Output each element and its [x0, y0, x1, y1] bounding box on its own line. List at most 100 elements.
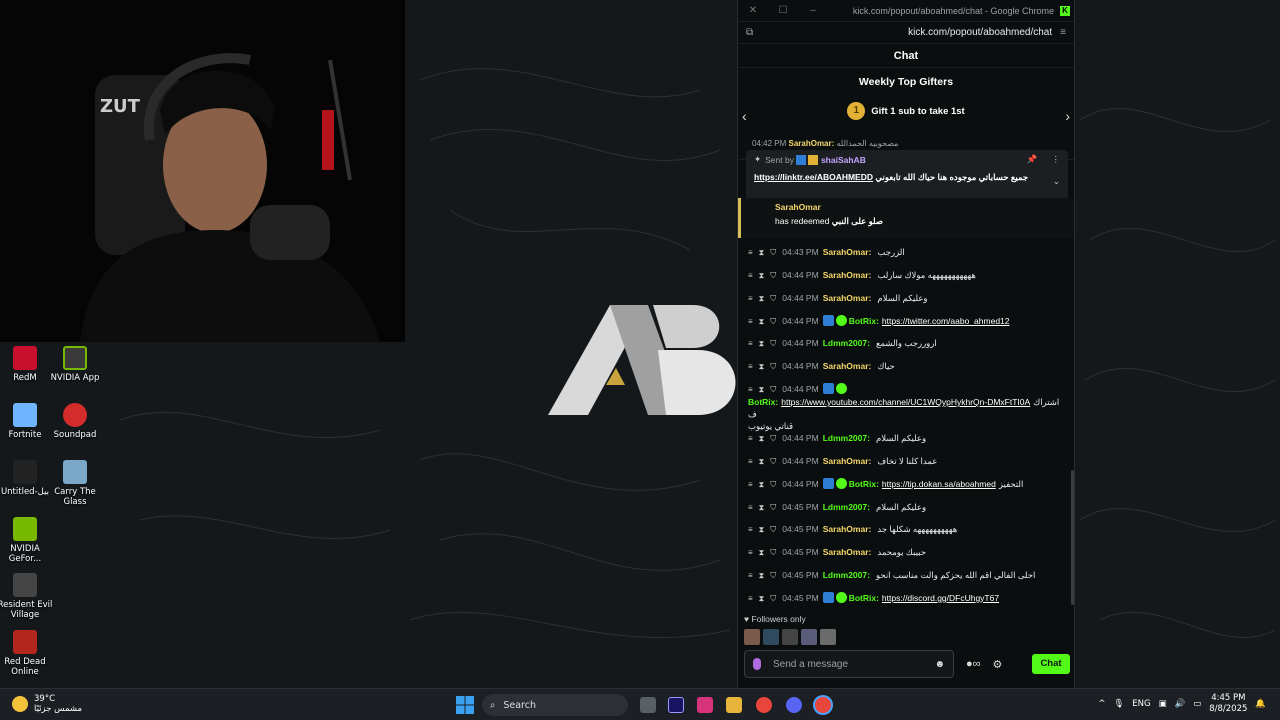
settings-gear-icon[interactable]: ⚙	[993, 658, 1003, 671]
message-user[interactable]: SarahOmar:	[823, 524, 872, 534]
desktop-icon-resident-evil[interactable]: Resident Evil Village	[0, 573, 56, 620]
microphone-icon[interactable]	[753, 658, 761, 670]
timeout-icon[interactable]: ⧗	[759, 594, 765, 603]
close-icon[interactable]: ✕	[738, 5, 768, 16]
shield-icon[interactable]: ⛉	[770, 434, 776, 443]
windows-start-icon[interactable]	[456, 696, 474, 714]
trash-icon[interactable]: ≡	[748, 385, 753, 394]
trash-icon[interactable]: ≡	[748, 525, 753, 534]
message-user[interactable]: Ldmm2007:	[823, 433, 870, 443]
message-user[interactable]: Ldmm2007:	[823, 502, 870, 512]
battery-icon[interactable]: ▭	[1193, 699, 1201, 709]
message-user[interactable]: SarahOmar:	[823, 456, 872, 466]
emoji-icon[interactable]: ☻	[934, 659, 945, 670]
language-indicator[interactable]: ENG	[1132, 699, 1150, 709]
trash-icon[interactable]: ≡	[748, 480, 753, 489]
trash-icon[interactable]: ≡	[748, 571, 753, 580]
discord-icon[interactable]	[786, 697, 802, 713]
kicks-icon[interactable]: ●∞	[966, 658, 981, 670]
microphone-tray-icon[interactable]: 🎙	[1113, 699, 1124, 709]
desktop-icon-red-dead[interactable]: Red Dead Online	[0, 630, 56, 677]
url-text[interactable]: kick.com/popout/aboahmed/chat	[753, 27, 1060, 38]
instagram-icon[interactable]	[697, 697, 713, 713]
trash-icon[interactable]: ≡	[748, 317, 753, 326]
message-user[interactable]: BotRix:	[849, 479, 879, 489]
message-link[interactable]: https://www.youtube.com/channel/UC1WQypH…	[781, 397, 1030, 407]
unpin-icon[interactable]: 📌	[1027, 154, 1038, 165]
message-input[interactable]: Send a message ☻	[744, 650, 954, 678]
message-user[interactable]: BotRix:	[748, 397, 778, 407]
chat-send-button[interactable]: Chat	[1032, 654, 1070, 674]
shield-icon[interactable]: ⛉	[770, 385, 776, 394]
chevron-up-icon[interactable]: ^	[1098, 699, 1105, 709]
site-info-icon[interactable]: ⧉	[746, 27, 753, 38]
message-user[interactable]: SarahOmar:	[823, 547, 872, 557]
trash-icon[interactable]: ≡	[748, 503, 753, 512]
timeout-icon[interactable]: ⧗	[759, 317, 765, 326]
timeout-icon[interactable]: ⧗	[759, 548, 765, 557]
timeout-icon[interactable]: ⧗	[759, 457, 765, 466]
trash-icon[interactable]: ≡	[748, 434, 753, 443]
message-user[interactable]: SarahOmar:	[823, 247, 872, 257]
message-user[interactable]: SarahOmar:	[823, 361, 872, 371]
timeout-icon[interactable]: ⧗	[759, 434, 765, 443]
timeout-icon[interactable]: ⧗	[759, 294, 765, 303]
notification-bell-icon[interactable]: 🔔	[1255, 699, 1266, 709]
message-user[interactable]: Ldmm2007:	[823, 570, 870, 580]
trash-icon[interactable]: ≡	[748, 339, 753, 348]
timeout-icon[interactable]: ⧗	[759, 503, 765, 512]
more-options-icon[interactable]: ⋮	[1052, 154, 1061, 165]
chat-scrollbar[interactable]	[1071, 470, 1074, 605]
clock[interactable]: 4:45 PM 8/8/2025	[1209, 693, 1247, 715]
task-view-icon[interactable]	[640, 697, 656, 713]
shield-icon[interactable]: ⛉	[770, 457, 776, 466]
shield-icon[interactable]: ⛉	[770, 571, 776, 580]
shield-icon[interactable]: ⛉	[770, 503, 776, 512]
trash-icon[interactable]: ≡	[748, 548, 753, 557]
shield-icon[interactable]: ⛉	[770, 362, 776, 371]
shield-icon[interactable]: ⛉	[770, 525, 776, 534]
desktop-icon-nvidia-app[interactable]: NVIDIA App	[44, 346, 106, 383]
desktop-icon-nvidia-geforce[interactable]: NVIDIA GeFor...	[0, 517, 56, 564]
timeout-icon[interactable]: ⧗	[759, 525, 765, 534]
volume-icon[interactable]: 🔊	[1175, 699, 1186, 709]
shield-icon[interactable]: ⛉	[770, 271, 776, 280]
timeout-icon[interactable]: ⧗	[759, 339, 765, 348]
message-user[interactable]: BotRix:	[849, 316, 879, 326]
minimize-icon[interactable]: –	[798, 5, 828, 16]
message-user[interactable]: SarahOmar:	[823, 270, 872, 280]
pinned-user[interactable]: shaiSahAB	[821, 155, 866, 165]
timeout-icon[interactable]: ⧗	[759, 248, 765, 257]
message-link[interactable]: https://discord.gg/DFcUhgyT67	[882, 593, 999, 603]
shield-icon[interactable]: ⛉	[770, 480, 776, 489]
chevron-down-icon[interactable]: ⌄	[1053, 176, 1060, 187]
timeout-icon[interactable]: ⧗	[759, 571, 765, 580]
shield-icon[interactable]: ⛉	[770, 294, 776, 303]
timeout-icon[interactable]: ⧗	[759, 385, 765, 394]
message-user[interactable]: SarahOmar:	[823, 293, 872, 303]
network-icon[interactable]: ▣	[1159, 699, 1167, 709]
shield-icon[interactable]: ⛉	[770, 339, 776, 348]
shield-icon[interactable]: ⛉	[770, 248, 776, 257]
desktop-icon-carry-the-glass[interactable]: Carry The Glass	[44, 460, 106, 507]
maximize-icon[interactable]: ☐	[768, 5, 798, 16]
chrome-icon[interactable]	[756, 697, 772, 713]
timeout-icon[interactable]: ⧗	[759, 480, 765, 489]
message-user[interactable]: BotRix:	[849, 593, 879, 603]
timeout-icon[interactable]: ⧗	[759, 362, 765, 371]
message-user[interactable]: Ldmm2007:	[823, 338, 870, 348]
message-link[interactable]: https://twitter.com/aabo_ahmed12	[882, 316, 1010, 326]
trash-icon[interactable]: ≡	[748, 248, 753, 257]
taskbar-search[interactable]: ⌕ Search	[482, 694, 628, 716]
tune-icon[interactable]: ≡	[1060, 27, 1066, 38]
trash-icon[interactable]: ≡	[748, 271, 753, 280]
trash-icon[interactable]: ≡	[748, 457, 753, 466]
trash-icon[interactable]: ≡	[748, 362, 753, 371]
trash-icon[interactable]: ≡	[748, 594, 753, 603]
chevron-left-icon[interactable]: ‹	[742, 108, 747, 124]
desktop-icon-soundpad[interactable]: Soundpad	[44, 403, 106, 440]
shield-icon[interactable]: ⛉	[770, 594, 776, 603]
message-link[interactable]: https://tip.dokan.sa/aboahmed	[882, 479, 996, 489]
chevron-right-icon[interactable]: ›	[1065, 108, 1070, 124]
redeem-user[interactable]: SarahOmar	[775, 202, 1074, 212]
